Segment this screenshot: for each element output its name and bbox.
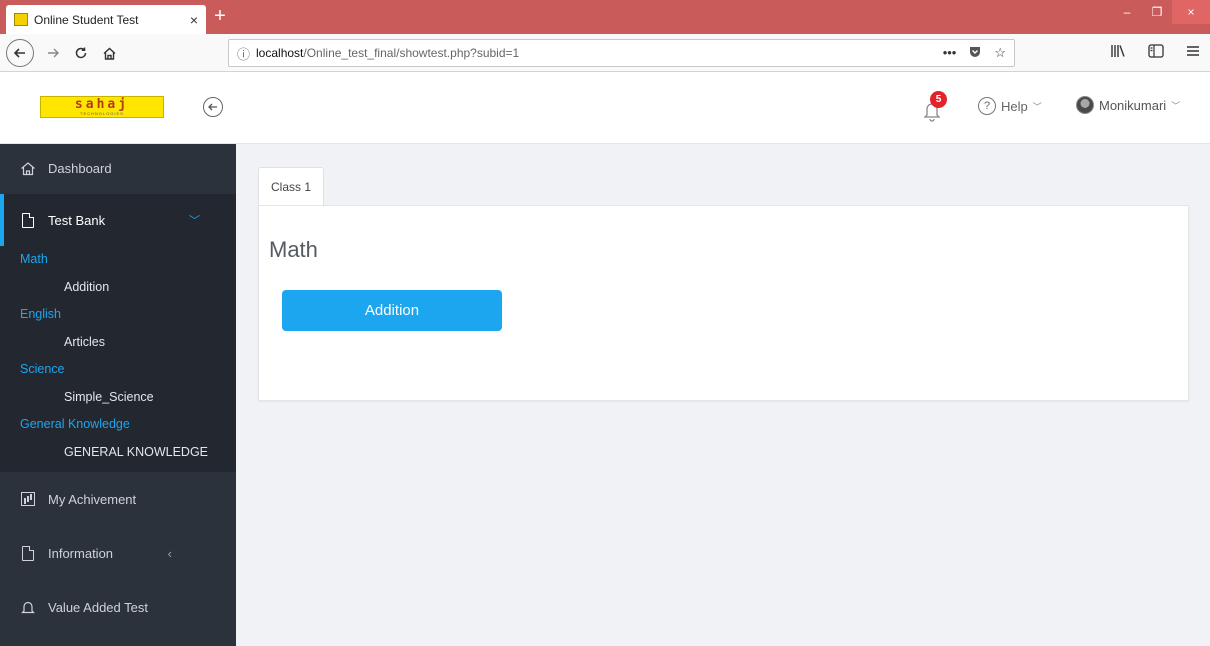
site-info-icon[interactable]: ⓘ: [237, 44, 250, 63]
main-content: Class 1 Math Addition: [236, 144, 1210, 646]
reload-button[interactable]: [68, 40, 94, 66]
reload-icon: [75, 47, 87, 59]
address-bar[interactable]: ⓘ localhost/Online_test_final/showtest.p…: [228, 39, 1015, 67]
subject-title: Math: [269, 237, 318, 262]
favicon-icon: [14, 13, 28, 26]
sidebar-item-value-added-test[interactable]: Value Added Test: [0, 580, 236, 634]
url-host: localhost: [256, 46, 304, 60]
bell-icon: [20, 599, 36, 615]
forward-button[interactable]: [40, 40, 66, 66]
sidebar-item-addition[interactable]: Addition: [0, 273, 236, 301]
sidebar-item-my-achievement[interactable]: My Achivement: [0, 472, 236, 526]
sidebar-category-general-knowledge[interactable]: General Knowledge: [0, 411, 236, 438]
chevron-down-icon: ﹀: [189, 215, 200, 227]
minimize-button[interactable]: –: [1112, 0, 1142, 24]
back-button[interactable]: [6, 39, 34, 67]
toolbar-right: [1110, 44, 1200, 61]
browser-titlebar: Online Student Test × + – ❐ ×: [0, 0, 1210, 34]
sidebar-item-articles[interactable]: Articles: [0, 328, 236, 356]
home-icon: [20, 160, 36, 176]
sidebar-item-label: Information: [48, 545, 114, 561]
url-path: /Online_test_final/showtest.php?subid=1: [303, 46, 520, 60]
sidebar-item-label: Value Added Test: [48, 599, 148, 615]
sidebar-item-test-bank[interactable]: Test Bank ﹀: [0, 194, 236, 246]
notification-badge: 5: [930, 91, 947, 108]
subject-panel: Math Addition: [258, 205, 1189, 401]
help-icon: ?: [978, 97, 996, 115]
test-bank-submenu: Math Addition English Articles Science S…: [0, 246, 236, 472]
page-actions-button[interactable]: •••: [943, 45, 957, 62]
window-close-button[interactable]: ×: [1172, 0, 1210, 24]
user-menu[interactable]: Monikumari ﹀: [1076, 96, 1180, 114]
chevron-down-icon: ﹀: [1032, 101, 1042, 112]
logo-subtext: TECHNOLOGIES: [80, 110, 124, 116]
sidebar-item-label: Test Bank: [48, 212, 106, 228]
pocket-icon[interactable]: [968, 45, 982, 62]
sidebar-category-science[interactable]: Science: [0, 356, 236, 383]
user-name: Monikumari: [1099, 97, 1167, 113]
avatar: [1076, 96, 1094, 114]
sidebar-item-general-knowledge[interactable]: GENERAL KNOWLEDGE: [0, 438, 236, 466]
sidebar-item-simple-science[interactable]: Simple_Science: [0, 383, 236, 411]
document-icon: [20, 212, 36, 228]
chevron-down-icon: ﹀: [1171, 100, 1181, 111]
arrow-right-icon: [48, 48, 59, 58]
sidebar-item-dashboard[interactable]: Dashboard: [0, 144, 236, 192]
help-menu[interactable]: ? Help ﹀: [978, 97, 1042, 115]
browser-tab[interactable]: Online Student Test ×: [6, 5, 206, 34]
window-controls: – ❐ ×: [1112, 0, 1210, 24]
sidebar-category-math[interactable]: Math: [0, 246, 236, 273]
tab-title: Online Student Test: [34, 12, 139, 27]
sidebar-toggle-icon[interactable]: [1148, 44, 1164, 61]
home-button[interactable]: [96, 40, 122, 66]
library-icon[interactable]: [1110, 44, 1126, 61]
company-logo[interactable]: sahaj TECHNOLOGIES: [40, 96, 164, 118]
bookmark-star-icon[interactable]: ☆: [994, 45, 1006, 62]
arrow-left-icon: [13, 48, 25, 58]
sidebar-item-label: Dashboard: [48, 160, 112, 176]
sidebar-item-information[interactable]: Information ‹: [0, 526, 236, 580]
sidebar-item-label: My Achivement: [48, 491, 137, 507]
app-header: sahaj TECHNOLOGIES 5 ? Help ﹀ Monikumari…: [0, 72, 1210, 144]
tab-class-1[interactable]: Class 1: [258, 167, 324, 206]
help-label: Help: [1001, 98, 1028, 114]
new-tab-button[interactable]: +: [210, 4, 230, 28]
sidebar: Dashboard Test Bank ﹀ Math Addition Engl…: [0, 144, 236, 646]
chevron-left-icon: ‹: [167, 545, 172, 561]
document-icon: [20, 545, 36, 561]
maximize-button[interactable]: ❐: [1142, 0, 1172, 24]
notification-bell[interactable]: 5: [922, 91, 947, 122]
arrow-left-icon: [208, 103, 217, 111]
menu-icon[interactable]: [1186, 44, 1200, 61]
bar-chart-icon: [20, 491, 36, 507]
logo-text: sahaj: [74, 96, 130, 112]
tab-close-icon[interactable]: ×: [190, 12, 198, 28]
addition-test-button[interactable]: Addition: [282, 290, 502, 331]
browser-navbar: ⓘ localhost/Online_test_final/showtest.p…: [0, 34, 1210, 72]
sidebar-collapse-button[interactable]: [203, 97, 223, 117]
sidebar-category-english[interactable]: English: [0, 301, 236, 328]
home-icon: [103, 47, 115, 60]
url-actions: ••• ☆: [943, 45, 1006, 62]
